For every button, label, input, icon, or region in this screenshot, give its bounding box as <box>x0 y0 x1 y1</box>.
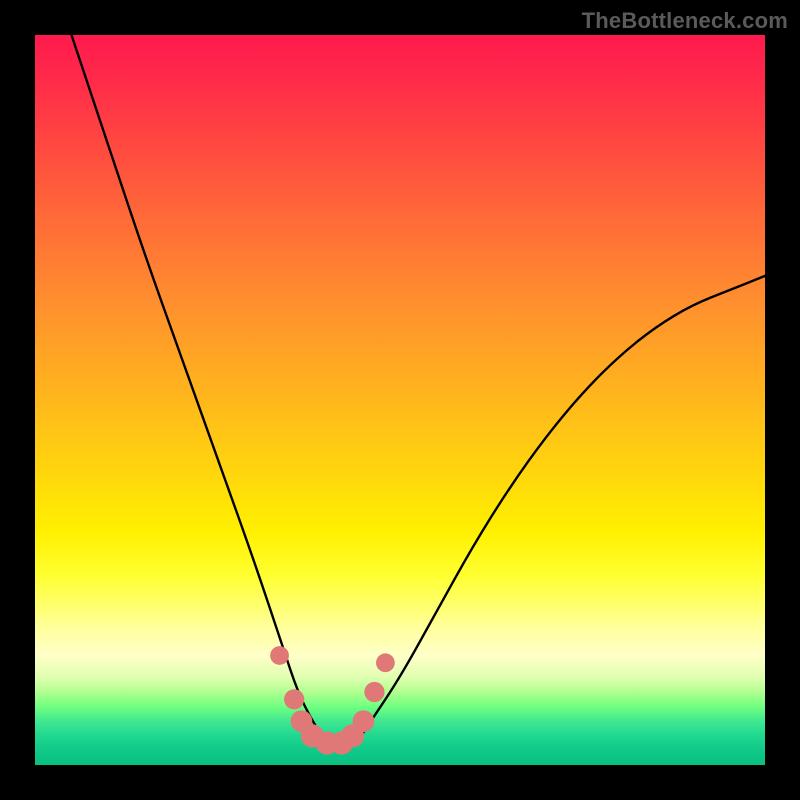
watermark-text: TheBottleneck.com <box>582 8 788 34</box>
marker-dot <box>270 646 289 665</box>
bottleneck-curve-path <box>72 35 766 749</box>
marker-dot <box>284 689 304 709</box>
marker-dot <box>353 710 375 732</box>
curve-line <box>72 35 766 749</box>
marker-dot <box>376 653 395 672</box>
marker-dot <box>364 682 384 702</box>
chart-svg <box>35 35 765 765</box>
plot-area <box>35 35 765 765</box>
chart-container: TheBottleneck.com <box>0 0 800 800</box>
